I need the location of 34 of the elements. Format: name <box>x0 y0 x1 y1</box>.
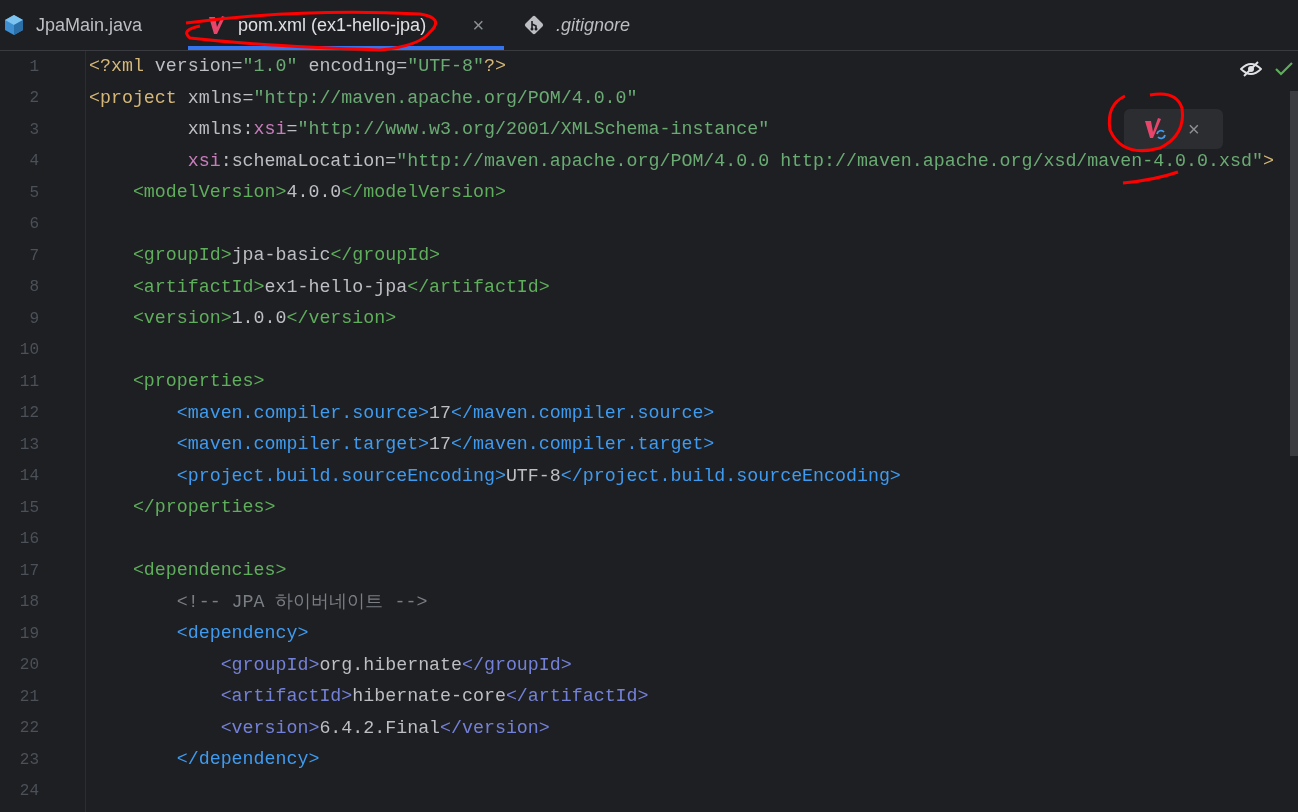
code-line: <maven.compiler.source>17</maven.compiler.source> <box>175 401 715 425</box>
code-line: <version>6.4.2.Final</version> <box>219 716 550 740</box>
tab-label: .gitignore <box>556 13 631 37</box>
scrollbar[interactable] <box>1290 91 1298 456</box>
tab-label: JpaMain.java <box>36 13 143 37</box>
code-line: <?xml version="1.0" encoding="UTF-8"?> <box>89 55 506 79</box>
code-line: <groupId>org.hibernate</groupId> <box>219 653 572 677</box>
code-line: <version>1.0.0</version> <box>131 307 397 331</box>
maven-icon <box>208 15 227 35</box>
code-line: <artifactId>ex1-hello-jpa</artifactId> <box>131 275 550 299</box>
tab-label: pom.xml (ex1-hello-jpa) <box>238 13 427 37</box>
code-line: xsi:schemaLocation="http://maven.apache.org/POM/4.0.0 http://maven.apache.org/xsd/maven-4.0.0.xsd"> <box>186 149 1274 173</box>
editor-tab[interactable]: JpaMain.java <box>0 0 189 50</box>
close-button[interactable]: × <box>1188 114 1200 144</box>
editor-tab[interactable]: pom.xml (ex1-hello-jpa) × <box>188 0 505 50</box>
code-line: <artifactId>hibernate-core</artifactId> <box>219 685 649 709</box>
code-line: <dependencies> <box>131 559 287 583</box>
code-line: <!-- JPA 하이버네이트 --> <box>175 590 428 614</box>
code-line: xmlns:xsi="http://www.w3.org/2001/XMLSchema-instance" <box>186 118 770 142</box>
maven-reload-icon[interactable] <box>1144 117 1168 141</box>
code-line: <project xmlns="http://maven.apache.org/POM/4.0.0" <box>89 86 638 110</box>
hidden-eye-icon[interactable] <box>1240 61 1262 77</box>
code-line: <groupId>jpa-basic</groupId> <box>131 244 441 268</box>
code-line: <project.build.sourceEncoding>UTF-8</project.build.sourceEncoding> <box>175 464 901 488</box>
code-line: </dependency> <box>175 748 320 772</box>
editor-tab[interactable]: .gitignore <box>504 0 651 50</box>
code-line: <properties> <box>131 370 265 394</box>
cube-icon <box>4 14 24 36</box>
check-icon <box>1274 61 1294 77</box>
close-button[interactable]: × <box>472 10 485 40</box>
code-line: <maven.compiler.target>17</maven.compiler.target> <box>175 433 715 457</box>
code-line: <dependency> <box>175 622 309 646</box>
code-line: <modelVersion>4.0.0</modelVersion> <box>131 181 506 205</box>
code-line: </properties> <box>131 496 276 520</box>
